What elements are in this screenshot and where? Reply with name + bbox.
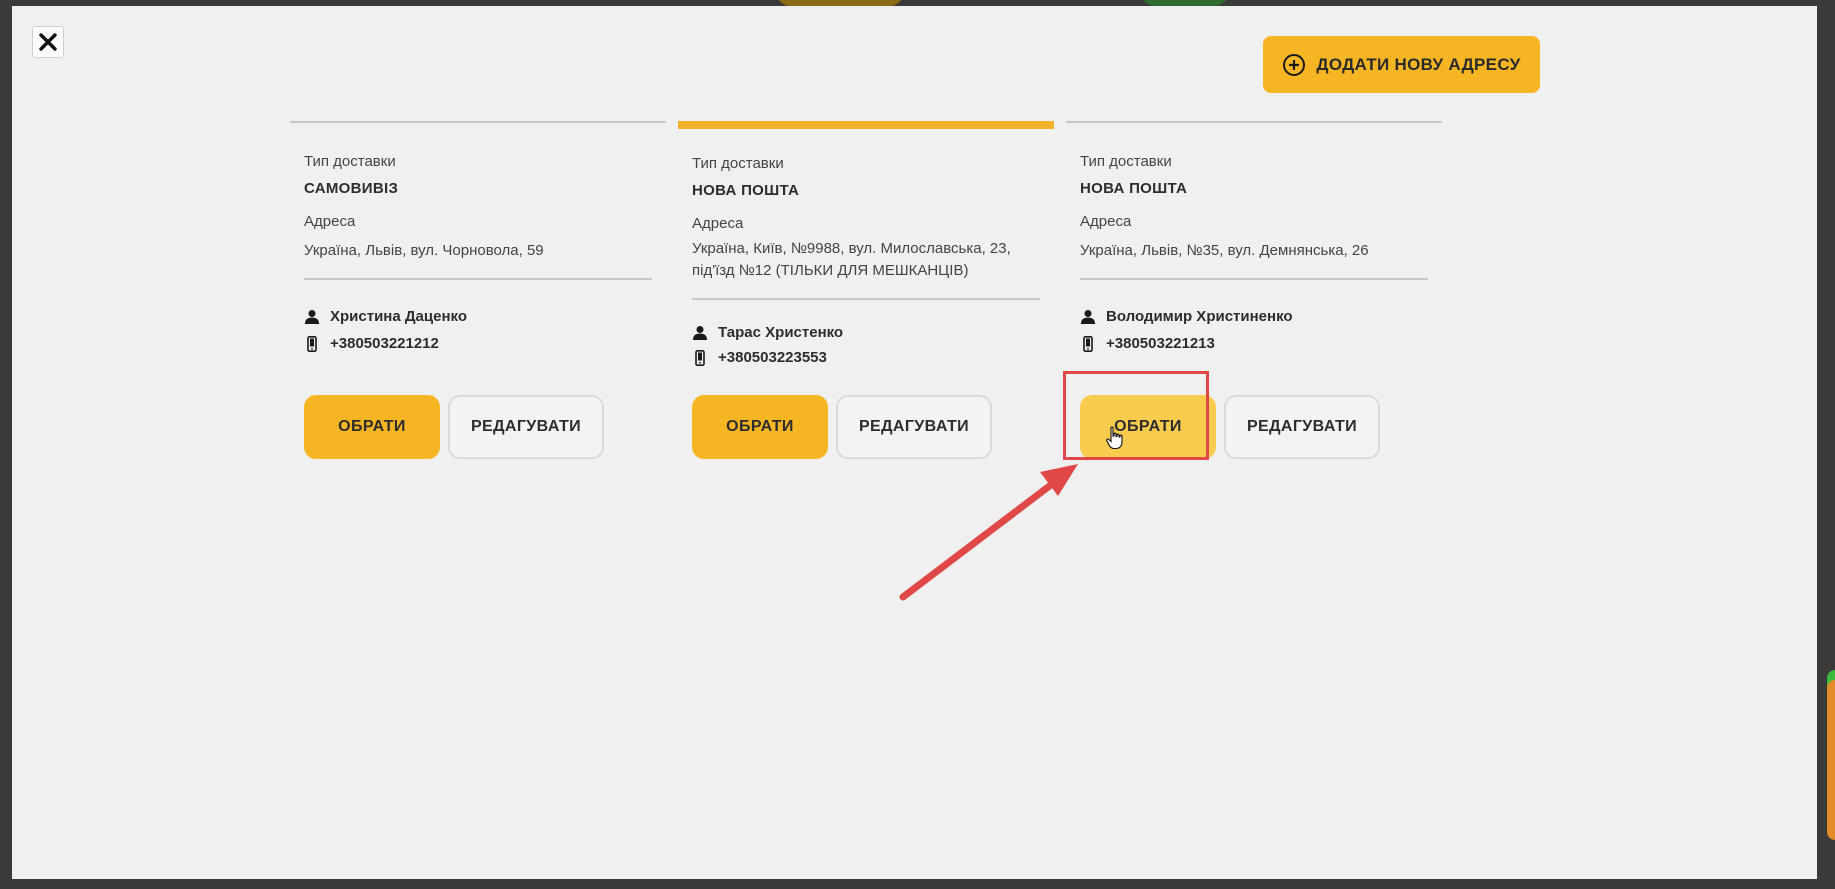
contact-name: Христина Даценко (330, 308, 467, 325)
select-address-button[interactable]: ОБРАТИ (304, 395, 440, 459)
add-new-address-button[interactable]: ДОДАТИ НОВУ АДРЕСУ (1263, 36, 1540, 93)
address-value: Україна, Львів, вул. Чорновола, 59 (304, 242, 544, 259)
delivery-type-value: НОВА ПОШТА (692, 182, 800, 199)
address-value: Україна, Київ, №9988, вул. Милославська,… (692, 240, 1011, 279)
contact-phone-row: +380503223553 (692, 349, 1040, 366)
contact-name-row: Володимир Христиненко (1080, 308, 1428, 325)
select-address-button[interactable]: ОБРАТИ (692, 395, 828, 459)
card-top-border-active (678, 121, 1054, 129)
card-divider (304, 278, 652, 280)
contact-name: Тарас Христенко (718, 324, 844, 341)
close-button[interactable] (32, 26, 64, 58)
phone-icon (1080, 335, 1096, 352)
contact-name-row: Тарас Христенко (692, 324, 1040, 341)
person-icon (304, 309, 320, 325)
address-card-active: Тип доставки НОВА ПОШТА Адреса Україна, … (678, 121, 1054, 459)
address-label: Адреса (692, 215, 744, 232)
delivery-type-label: Тип доставки (304, 153, 396, 170)
card-top-border (290, 121, 666, 123)
delivery-type-label: Тип доставки (1080, 153, 1172, 170)
address-value: Україна, Львів, №35, вул. Демнянська, 26 (1080, 242, 1369, 259)
plus-circle-icon (1283, 53, 1306, 76)
phone-icon (692, 349, 708, 366)
delivery-type-value: САМОВИВІЗ (304, 180, 399, 197)
contact-name: Володимир Христиненко (1106, 308, 1293, 325)
delivery-type-label: Тип доставки (692, 155, 784, 172)
edit-address-button[interactable]: РЕДАГУВАТИ (1224, 395, 1380, 459)
contact-phone: +380503223553 (718, 349, 827, 366)
address-card: Тип доставки САМОВИВІЗ Адреса Україна, Л… (290, 121, 666, 459)
contact-phone-row: +380503221213 (1080, 335, 1428, 352)
person-icon (1080, 309, 1096, 325)
contact-phone: +380503221213 (1106, 335, 1215, 352)
address-label: Адреса (304, 213, 356, 230)
address-label: Адреса (1080, 213, 1132, 230)
edit-address-button[interactable]: РЕДАГУВАТИ (448, 395, 604, 459)
hand-pointer-icon (1106, 426, 1123, 450)
select-address-button-hovered[interactable]: ОБРАТИ (1080, 395, 1216, 459)
phone-icon (304, 335, 320, 352)
address-select-modal: ДОДАТИ НОВУ АДРЕСУ Тип доставки САМОВИВІ… (12, 6, 1817, 879)
card-divider (692, 298, 1040, 300)
edit-address-button[interactable]: РЕДАГУВАТИ (836, 395, 992, 459)
add-new-address-label: ДОДАТИ НОВУ АДРЕСУ (1316, 54, 1521, 74)
card-divider (1080, 278, 1428, 280)
background-page-element (1827, 680, 1835, 840)
person-icon (692, 325, 708, 341)
contact-phone: +380503221212 (330, 335, 439, 352)
delivery-type-value: НОВА ПОШТА (1080, 180, 1188, 197)
contact-phone-row: +380503221212 (304, 335, 652, 352)
card-top-border (1066, 121, 1442, 123)
address-card: Тип доставки НОВА ПОШТА Адреса Україна, … (1066, 121, 1442, 459)
close-icon (39, 33, 57, 51)
contact-name-row: Христина Даценко (304, 308, 652, 325)
